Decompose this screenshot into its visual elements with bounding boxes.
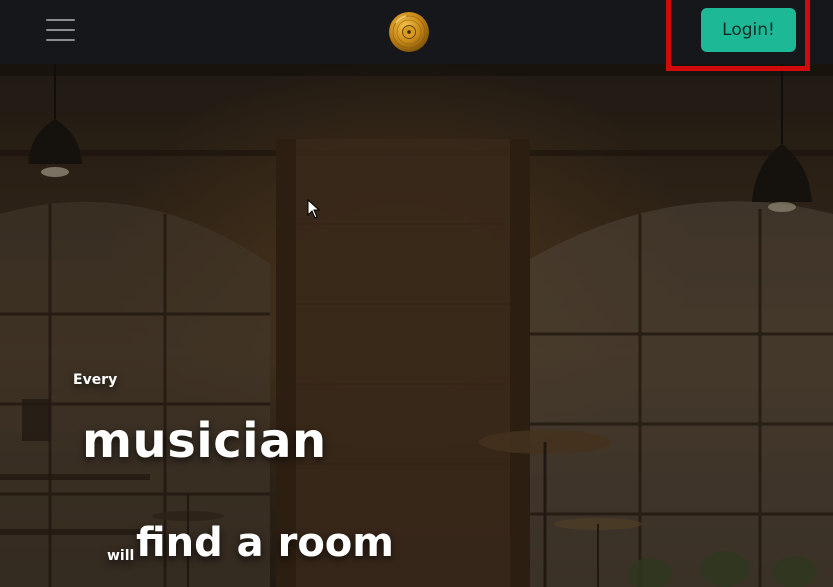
mouse-pointer-icon	[307, 199, 321, 219]
gold-record-logo-icon[interactable]	[388, 11, 430, 53]
top-navbar: Login!	[0, 0, 833, 64]
hero-headline: Every musician will find a room	[0, 64, 833, 587]
headline-every: Every	[73, 372, 118, 388]
headline-will: will	[107, 548, 135, 564]
login-button[interactable]: Login!	[701, 8, 796, 52]
menu-line	[46, 29, 75, 31]
menu-line	[46, 19, 75, 21]
headline-musician: musician	[82, 413, 327, 469]
headline-find-a-room: find a room	[136, 520, 394, 566]
hamburger-menu-icon[interactable]	[44, 16, 78, 44]
menu-line	[46, 39, 75, 41]
hero-section: Every musician will find a room	[0, 64, 833, 587]
